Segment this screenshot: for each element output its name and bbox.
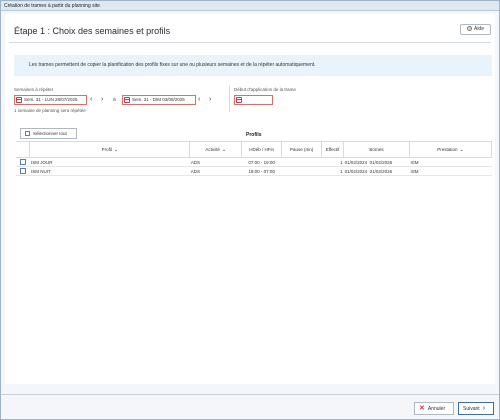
select-all-label: Sélectionner tout — [33, 131, 67, 136]
cell-hours: 07:00 - 19:00 — [241, 157, 282, 167]
calendar-icon — [236, 96, 242, 103]
select-all-icon — [25, 131, 30, 137]
week-to-value: Sem. 31 - DIM 03/08/2025 — [132, 97, 185, 102]
cell-borne-start: 01/02/2024 — [344, 168, 368, 174]
week-to-prev-icon[interactable]: ‹ — [198, 96, 200, 104]
close-icon: ✕ — [419, 405, 425, 412]
footer-divider — [1, 394, 499, 395]
next-button-label: Suivant — [463, 405, 480, 412]
cell-effectif: 1 — [321, 157, 344, 167]
week-range-separator: à — [113, 97, 116, 103]
cancel-button-label: Annuler — [427, 405, 446, 412]
week-to-next-icon[interactable]: › — [209, 96, 211, 104]
header-divider — [9, 42, 491, 43]
help-button-label: Aide — [473, 26, 484, 32]
week-from-prev-icon[interactable]: ‹ — [90, 96, 92, 104]
dialog-content: Étape 1 : Choix des semaines et profils … — [5, 14, 495, 384]
cell-borne-start: 01/02/2024 — [344, 159, 368, 165]
cell-borne-end: 01/02/2026 — [369, 168, 393, 174]
info-banner: Les trames permettent de copier la plani… — [14, 55, 492, 76]
section-divider — [229, 86, 230, 112]
cell-prestation: ISM — [409, 157, 492, 167]
help-button[interactable]: ? Aide — [460, 24, 491, 35]
cell-profil: ISM NUIT — [29, 166, 190, 176]
sort-chevron-icon[interactable]: ⌄ — [460, 147, 464, 153]
cell-activite: ADS — [189, 157, 242, 167]
cell-pause — [281, 157, 322, 167]
cell-prestation: ISM — [409, 166, 492, 176]
header-pause: Pause (mn) — [281, 141, 323, 158]
calendar-icon — [124, 96, 130, 103]
sort-chevron-icon[interactable]: ⌄ — [114, 147, 118, 153]
week-from-value: Sem. 31 - LUN 28/07/2025 — [24, 97, 78, 102]
cell-effectif: 1 — [321, 166, 344, 176]
week-from-field[interactable]: Sem. 31 - LUN 28/07/2025 — [14, 95, 87, 105]
cell-hours: 19:00 - 07:00 — [241, 166, 282, 176]
header-activite-label: Activité — [205, 146, 220, 152]
dialog-window: Création de trames à partir du planning … — [0, 0, 500, 420]
start-label: Début d'application de la trame — [234, 87, 296, 92]
sort-chevron-icon[interactable]: ⌄ — [222, 147, 226, 153]
weeks-label: Semaines à répéter — [14, 87, 54, 92]
header-prestation[interactable]: Prestation ⌄ — [409, 141, 492, 158]
row-checkbox-cell[interactable] — [16, 166, 30, 176]
profiles-title: Profils — [246, 132, 262, 138]
next-button[interactable]: Suivant › — [458, 402, 494, 415]
cell-borne-end: 01/02/2026 — [369, 159, 393, 165]
cell-profil: ISM JOUR — [29, 157, 190, 167]
weeks-summary: 1 semaine de planning sera répétée — [14, 108, 86, 113]
row-checkbox[interactable] — [19, 158, 26, 165]
profiles-table: Profil ⌄ Activité ⌄ HDéb / HFin Pause (mn)… — [16, 141, 492, 176]
cell-bornes: 01/02/2024 01/02/2026 — [343, 166, 410, 176]
cancel-button[interactable]: ✕ Annuler — [414, 402, 454, 415]
header-select — [16, 141, 31, 158]
week-from-next-icon[interactable]: › — [101, 96, 103, 104]
table-row[interactable]: ISM JOUR ADS 07:00 - 19:00 1 01/02/2024 … — [16, 157, 492, 167]
header-activite[interactable]: Activité ⌄ — [189, 141, 243, 158]
cell-pause — [281, 166, 322, 176]
step-title: Étape 1 : Choix des semaines et profils — [14, 26, 171, 36]
header-hours: HDéb / HFin — [241, 141, 283, 158]
calendar-icon — [16, 96, 22, 103]
cell-bornes: 01/02/2024 01/02/2026 — [343, 157, 410, 167]
select-all-button[interactable]: Sélectionner tout — [20, 128, 77, 139]
header-bornes: Bornes — [343, 141, 411, 158]
table-header-row: Profil ⌄ Activité ⌄ HDéb / HFin Pause (mn)… — [16, 141, 492, 158]
header-effectif: Effectif — [321, 141, 345, 158]
row-checkbox-cell[interactable] — [16, 157, 30, 167]
table-row[interactable]: ISM NUIT ADS 19:00 - 07:00 1 01/02/2024 … — [16, 166, 492, 176]
window-titlebar: Création de trames à partir du planning … — [1, 1, 499, 11]
cell-activite: ADS — [189, 166, 242, 176]
start-date-field[interactable] — [234, 95, 273, 105]
header-profil[interactable]: Profil ⌄ — [29, 141, 191, 158]
chevron-right-icon: › — [482, 405, 486, 412]
help-icon: ? — [466, 26, 472, 32]
row-checkbox[interactable] — [19, 167, 26, 174]
header-prestation-label: Prestation — [437, 146, 458, 152]
header-profil-label: Profil — [101, 146, 112, 152]
week-to-field[interactable]: Sem. 31 - DIM 03/08/2025 — [122, 95, 196, 105]
